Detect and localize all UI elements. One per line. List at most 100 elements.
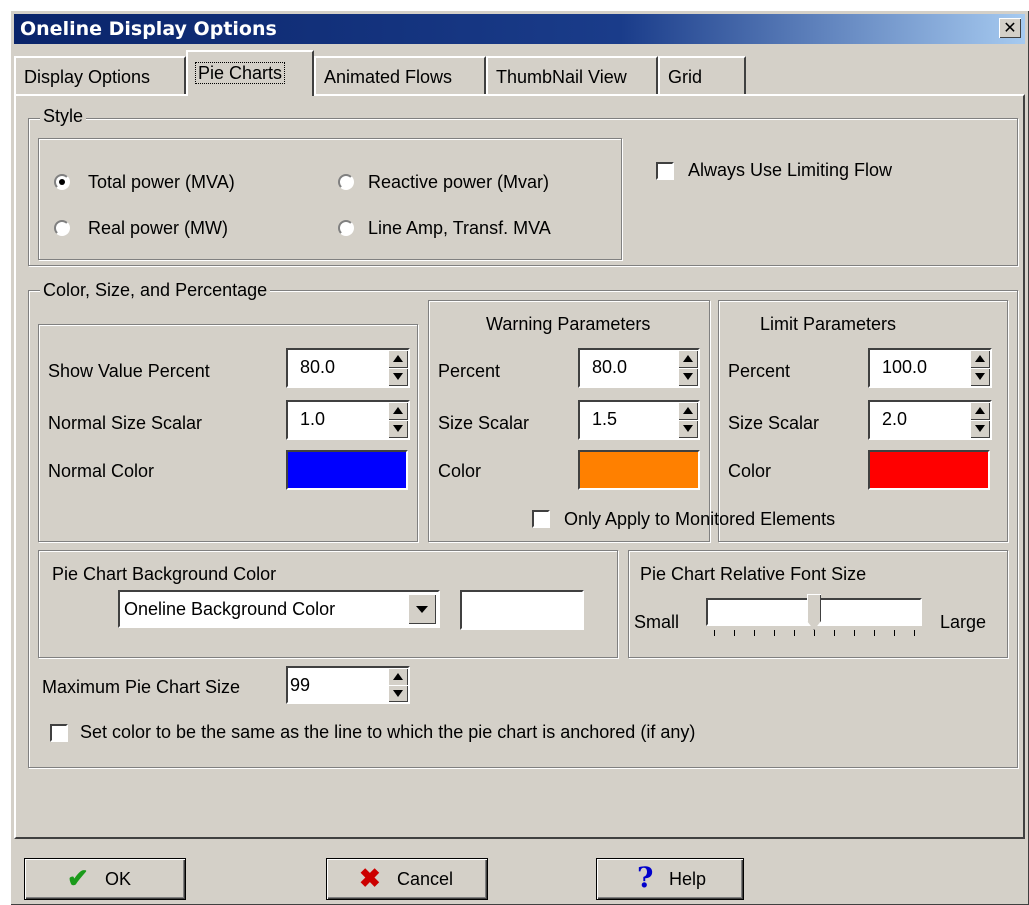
normal-color-label: Normal Color — [48, 461, 155, 481]
arrow-down-icon — [683, 373, 693, 380]
spin-up-button[interactable] — [970, 350, 990, 368]
slider-tick — [794, 630, 795, 636]
limit-size-scalar-label: Size Scalar — [728, 413, 820, 433]
arrow-down-icon — [393, 373, 403, 380]
tab-label: ThumbNail View — [496, 67, 627, 87]
ok-button[interactable]: ✔ OK — [24, 858, 186, 900]
only-monitored-checkbox[interactable] — [532, 510, 550, 528]
checkmark-icon: ✔ — [67, 863, 89, 893]
normal-size-scalar-spinner[interactable]: 1.0 — [286, 400, 410, 440]
tab-label: Grid — [668, 67, 703, 87]
spin-down-button[interactable] — [678, 368, 698, 386]
cancel-label: Cancel — [397, 869, 454, 889]
warning-percent-spinner[interactable]: 80.0 — [578, 348, 700, 388]
radio-real-power-label: Real power (MW) — [88, 218, 229, 238]
spin-down-button[interactable] — [678, 420, 698, 438]
tab-display-options[interactable]: Display Options — [14, 56, 186, 94]
slider-tick — [894, 630, 895, 636]
slider-tick — [914, 630, 915, 636]
dropdown-button[interactable] — [408, 594, 436, 624]
help-question-icon: ? — [637, 861, 654, 894]
help-label: Help — [669, 869, 707, 889]
arrow-down-icon — [393, 690, 403, 697]
same-color-checkbox[interactable] — [50, 724, 68, 742]
slider-tick — [874, 630, 875, 636]
spin-down-button[interactable] — [388, 420, 408, 438]
always-limiting-checkbox[interactable] — [656, 162, 674, 180]
limit-size-scalar-spinner[interactable]: 2.0 — [868, 400, 992, 440]
slider-tick — [734, 630, 735, 636]
spin-down-button[interactable] — [970, 420, 990, 438]
spin-down-button[interactable] — [388, 685, 408, 702]
arrow-up-icon — [683, 407, 693, 414]
spin-up-button[interactable] — [678, 350, 698, 368]
normal-color-swatch[interactable] — [286, 450, 408, 490]
only-monitored-label: Only Apply to Monitored Elements — [564, 509, 836, 529]
spinner-value: 80.0 — [592, 357, 628, 377]
radio-real-power[interactable] — [54, 220, 70, 236]
arrow-down-icon — [393, 425, 403, 432]
spin-down-button[interactable] — [388, 368, 408, 386]
radio-total-power[interactable] — [54, 174, 70, 190]
spin-down-button[interactable] — [970, 368, 990, 386]
radio-selected-dot — [59, 179, 65, 185]
font-size-title: Pie Chart Relative Font Size — [640, 564, 867, 584]
spinner-value: 1.5 — [592, 409, 618, 429]
limit-color-label: Color — [728, 461, 772, 481]
dropdown-selected-value: Oneline Background Color — [124, 599, 336, 619]
warning-color-label: Color — [438, 461, 482, 481]
help-button[interactable]: ? Help — [596, 858, 744, 900]
spin-up-button[interactable] — [678, 402, 698, 420]
tab-pie-charts[interactable]: Pie Charts — [186, 50, 314, 96]
spin-up-button[interactable] — [388, 402, 408, 420]
max-size-spinner[interactable]: 99 — [286, 666, 410, 704]
arrow-up-icon — [393, 407, 403, 414]
limit-color-swatch[interactable] — [868, 450, 990, 490]
arrow-up-icon — [975, 355, 985, 362]
color-size-legend: Color, Size, and Percentage — [40, 280, 271, 301]
always-limiting-label: Always Use Limiting Flow — [688, 160, 893, 180]
radio-total-power-label: Total power (MVA) — [88, 172, 235, 192]
spin-up-button[interactable] — [970, 402, 990, 420]
warning-color-swatch[interactable] — [578, 450, 700, 490]
tab-thumbnail-view[interactable]: ThumbNail View — [486, 56, 658, 94]
tab-grid[interactable]: Grid — [658, 56, 746, 94]
limit-params-title: Limit Parameters — [760, 314, 897, 334]
slider-tick — [754, 630, 755, 636]
font-size-small-label: Small — [634, 612, 680, 632]
tab-label: Display Options — [24, 67, 151, 87]
arrow-up-icon — [683, 355, 693, 362]
limit-percent-label: Percent — [728, 361, 791, 381]
spin-up-button[interactable] — [388, 668, 408, 686]
background-color-dropdown[interactable]: Oneline Background Color — [118, 590, 440, 628]
tab-animated-flows[interactable]: Animated Flows — [314, 56, 486, 94]
tab-label: Pie Charts — [194, 62, 286, 84]
warning-size-scalar-label: Size Scalar — [438, 413, 530, 433]
background-color-title: Pie Chart Background Color — [52, 564, 277, 584]
slider-tick — [854, 630, 855, 636]
radio-reactive-power-label: Reactive power (Mvar) — [368, 172, 550, 192]
title-bar[interactable]: Oneline Display Options ✕ — [14, 14, 1025, 44]
background-color-swatch[interactable] — [460, 590, 584, 630]
chevron-down-icon — [416, 606, 428, 613]
spin-up-button[interactable] — [388, 350, 408, 368]
font-size-large-label: Large — [940, 612, 987, 632]
arrow-down-icon — [975, 373, 985, 380]
ok-label: OK — [105, 869, 132, 889]
radio-line-amp[interactable] — [338, 220, 354, 236]
tab-label: Animated Flows — [324, 67, 453, 87]
window-title: Oneline Display Options — [20, 18, 277, 40]
show-value-percent-spinner[interactable]: 80.0 — [286, 348, 410, 388]
limit-percent-spinner[interactable]: 100.0 — [868, 348, 992, 388]
radio-reactive-power[interactable] — [338, 174, 354, 190]
slider-tick — [814, 630, 815, 636]
spinner-value: 80.0 — [300, 357, 336, 377]
close-button[interactable]: ✕ — [999, 18, 1021, 38]
arrow-up-icon — [975, 407, 985, 414]
cancel-x-icon: ✖ — [359, 863, 381, 893]
style-legend: Style — [40, 106, 87, 127]
style-radio-box — [38, 138, 622, 260]
warning-size-scalar-spinner[interactable]: 1.5 — [578, 400, 700, 440]
cancel-button[interactable]: ✖ Cancel — [326, 858, 488, 900]
spinner-value: 100.0 — [882, 357, 928, 377]
